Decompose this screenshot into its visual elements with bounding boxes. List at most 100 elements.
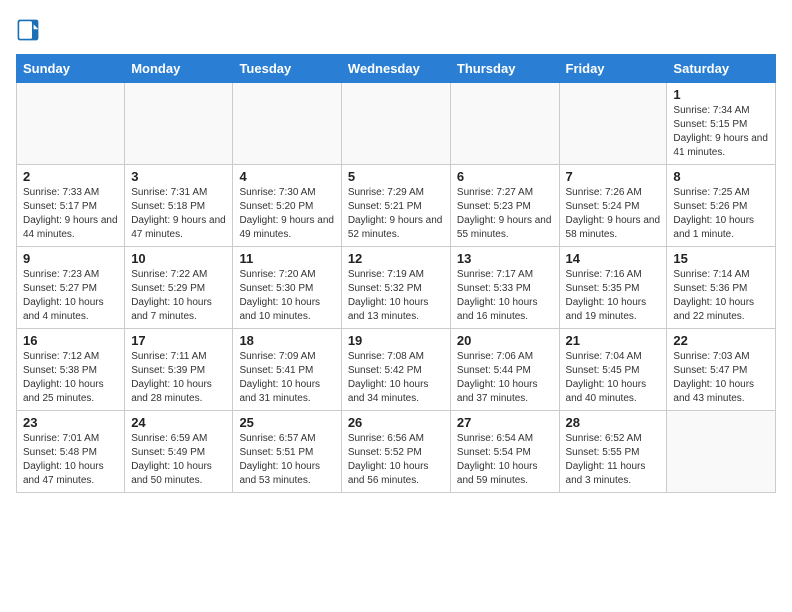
- day-number: 17: [131, 333, 226, 348]
- day-number: 22: [673, 333, 769, 348]
- calendar-table: SundayMondayTuesdayWednesdayThursdayFrid…: [16, 54, 776, 493]
- day-number: 13: [457, 251, 553, 266]
- day-info: Sunrise: 7:23 AM Sunset: 5:27 PM Dayligh…: [23, 268, 118, 324]
- day-info: Sunrise: 6:57 AM Sunset: 5:51 PM Dayligh…: [239, 432, 334, 488]
- day-info: Sunrise: 7:06 AM Sunset: 5:44 PM Dayligh…: [457, 350, 553, 406]
- day-number: 24: [131, 415, 226, 430]
- col-header-wednesday: Wednesday: [341, 55, 450, 83]
- day-number: 10: [131, 251, 226, 266]
- day-cell: 9Sunrise: 7:23 AM Sunset: 5:27 PM Daylig…: [17, 247, 125, 329]
- day-cell: 25 Sunrise: 6:57 AM Sunset: 5:51 PM Dayli…: [233, 411, 341, 493]
- day-cell: 28 Sunrise: 6:52 AM Sunset: 5:55 PM Dayli…: [559, 411, 667, 493]
- day-cell: 23 Sunrise: 7:01 AM Sunset: 5:48 PM Dayli…: [17, 411, 125, 493]
- day-info: Sunrise: 7:29 AM Sunset: 5:21 PM Dayligh…: [348, 186, 444, 242]
- page-header: [16, 16, 776, 42]
- day-number: 11: [239, 251, 334, 266]
- day-cell: 16 Sunrise: 7:12 AM Sunset: 5:38 PM Dayli…: [17, 329, 125, 411]
- day-info: Sunrise: 7:31 AM Sunset: 5:18 PM Dayligh…: [131, 186, 226, 242]
- week-row-1: 1 Sunrise: 7:34 AM Sunset: 5:15 PM Daylig…: [17, 83, 776, 165]
- day-number: 27: [457, 415, 553, 430]
- day-number: 2: [23, 169, 118, 184]
- day-number: 20: [457, 333, 553, 348]
- day-info: Sunrise: 7:33 AM Sunset: 5:17 PM Dayligh…: [23, 186, 118, 242]
- day-info: Sunrise: 7:19 AM Sunset: 5:32 PM Dayligh…: [348, 268, 444, 324]
- day-info: Sunrise: 6:52 AM Sunset: 5:55 PM Dayligh…: [566, 432, 661, 488]
- day-number: 26: [348, 415, 444, 430]
- day-info: Sunrise: 7:04 AM Sunset: 5:45 PM Dayligh…: [566, 350, 661, 406]
- day-cell: 10 Sunrise: 7:22 AM Sunset: 5:29 PM Dayli…: [125, 247, 233, 329]
- day-cell: 8Sunrise: 7:25 AM Sunset: 5:26 PM Daylig…: [667, 165, 776, 247]
- day-cell: [125, 83, 233, 165]
- week-row-3: 9Sunrise: 7:23 AM Sunset: 5:27 PM Daylig…: [17, 247, 776, 329]
- day-number: 15: [673, 251, 769, 266]
- day-cell: 15 Sunrise: 7:14 AM Sunset: 5:36 PM Dayli…: [667, 247, 776, 329]
- day-info: Sunrise: 7:22 AM Sunset: 5:29 PM Dayligh…: [131, 268, 226, 324]
- col-header-monday: Monday: [125, 55, 233, 83]
- day-cell: 7 Sunrise: 7:26 AM Sunset: 5:24 PM Daylig…: [559, 165, 667, 247]
- day-info: Sunrise: 7:34 AM Sunset: 5:15 PM Dayligh…: [673, 104, 769, 160]
- day-info: Sunrise: 7:27 AM Sunset: 5:23 PM Dayligh…: [457, 186, 553, 242]
- day-cell: 21 Sunrise: 7:04 AM Sunset: 5:45 PM Dayli…: [559, 329, 667, 411]
- day-cell: 3 Sunrise: 7:31 AM Sunset: 5:18 PM Daylig…: [125, 165, 233, 247]
- day-cell: [17, 83, 125, 165]
- day-info: Sunrise: 7:01 AM Sunset: 5:48 PM Dayligh…: [23, 432, 118, 488]
- day-number: 21: [566, 333, 661, 348]
- day-cell: 1 Sunrise: 7:34 AM Sunset: 5:15 PM Daylig…: [667, 83, 776, 165]
- day-info: Sunrise: 7:16 AM Sunset: 5:35 PM Dayligh…: [566, 268, 661, 324]
- day-info: Sunrise: 7:03 AM Sunset: 5:47 PM Dayligh…: [673, 350, 769, 406]
- day-number: 7: [566, 169, 661, 184]
- day-info: Sunrise: 7:20 AM Sunset: 5:30 PM Dayligh…: [239, 268, 334, 324]
- day-cell: [559, 83, 667, 165]
- day-cell: 17 Sunrise: 7:11 AM Sunset: 5:39 PM Dayli…: [125, 329, 233, 411]
- day-cell: 24 Sunrise: 6:59 AM Sunset: 5:49 PM Dayli…: [125, 411, 233, 493]
- day-info: Sunrise: 7:14 AM Sunset: 5:36 PM Dayligh…: [673, 268, 769, 324]
- day-info: Sunrise: 7:25 AM Sunset: 5:26 PM Dayligh…: [673, 186, 769, 242]
- col-header-friday: Friday: [559, 55, 667, 83]
- col-header-thursday: Thursday: [450, 55, 559, 83]
- day-number: 16: [23, 333, 118, 348]
- calendar-header-row: SundayMondayTuesdayWednesdayThursdayFrid…: [17, 55, 776, 83]
- day-info: Sunrise: 7:08 AM Sunset: 5:42 PM Dayligh…: [348, 350, 444, 406]
- day-number: 25: [239, 415, 334, 430]
- day-info: Sunrise: 6:56 AM Sunset: 5:52 PM Dayligh…: [348, 432, 444, 488]
- day-cell: [341, 83, 450, 165]
- day-info: Sunrise: 7:26 AM Sunset: 5:24 PM Dayligh…: [566, 186, 661, 242]
- day-cell: 19 Sunrise: 7:08 AM Sunset: 5:42 PM Dayli…: [341, 329, 450, 411]
- day-cell: 27Sunrise: 6:54 AM Sunset: 5:54 PM Dayli…: [450, 411, 559, 493]
- day-cell: 4Sunrise: 7:30 AM Sunset: 5:20 PM Daylig…: [233, 165, 341, 247]
- col-header-tuesday: Tuesday: [233, 55, 341, 83]
- day-number: 14: [566, 251, 661, 266]
- day-cell: 12 Sunrise: 7:19 AM Sunset: 5:32 PM Dayli…: [341, 247, 450, 329]
- week-row-5: 23 Sunrise: 7:01 AM Sunset: 5:48 PM Dayli…: [17, 411, 776, 493]
- day-number: 28: [566, 415, 661, 430]
- day-cell: 6 Sunrise: 7:27 AM Sunset: 5:23 PM Daylig…: [450, 165, 559, 247]
- day-cell: [450, 83, 559, 165]
- day-info: Sunrise: 7:09 AM Sunset: 5:41 PM Dayligh…: [239, 350, 334, 406]
- day-info: Sunrise: 7:11 AM Sunset: 5:39 PM Dayligh…: [131, 350, 226, 406]
- day-cell: [667, 411, 776, 493]
- logo-icon: [16, 18, 40, 42]
- col-header-sunday: Sunday: [17, 55, 125, 83]
- day-cell: 22 Sunrise: 7:03 AM Sunset: 5:47 PM Dayli…: [667, 329, 776, 411]
- day-info: Sunrise: 6:59 AM Sunset: 5:49 PM Dayligh…: [131, 432, 226, 488]
- day-number: 6: [457, 169, 553, 184]
- col-header-saturday: Saturday: [667, 55, 776, 83]
- day-cell: 26 Sunrise: 6:56 AM Sunset: 5:52 PM Dayli…: [341, 411, 450, 493]
- logo: [16, 16, 44, 42]
- day-number: 23: [23, 415, 118, 430]
- day-info: Sunrise: 7:12 AM Sunset: 5:38 PM Dayligh…: [23, 350, 118, 406]
- day-cell: 2 Sunrise: 7:33 AM Sunset: 5:17 PM Daylig…: [17, 165, 125, 247]
- day-cell: 5Sunrise: 7:29 AM Sunset: 5:21 PM Daylig…: [341, 165, 450, 247]
- day-info: Sunrise: 7:17 AM Sunset: 5:33 PM Dayligh…: [457, 268, 553, 324]
- day-cell: 20 Sunrise: 7:06 AM Sunset: 5:44 PM Dayli…: [450, 329, 559, 411]
- day-number: 3: [131, 169, 226, 184]
- day-cell: 13 Sunrise: 7:17 AM Sunset: 5:33 PM Dayli…: [450, 247, 559, 329]
- day-number: 1: [673, 87, 769, 102]
- day-number: 12: [348, 251, 444, 266]
- day-cell: [233, 83, 341, 165]
- day-cell: 18Sunrise: 7:09 AM Sunset: 5:41 PM Dayli…: [233, 329, 341, 411]
- day-cell: 14 Sunrise: 7:16 AM Sunset: 5:35 PM Dayli…: [559, 247, 667, 329]
- day-number: 19: [348, 333, 444, 348]
- day-info: Sunrise: 7:30 AM Sunset: 5:20 PM Dayligh…: [239, 186, 334, 242]
- week-row-2: 2 Sunrise: 7:33 AM Sunset: 5:17 PM Daylig…: [17, 165, 776, 247]
